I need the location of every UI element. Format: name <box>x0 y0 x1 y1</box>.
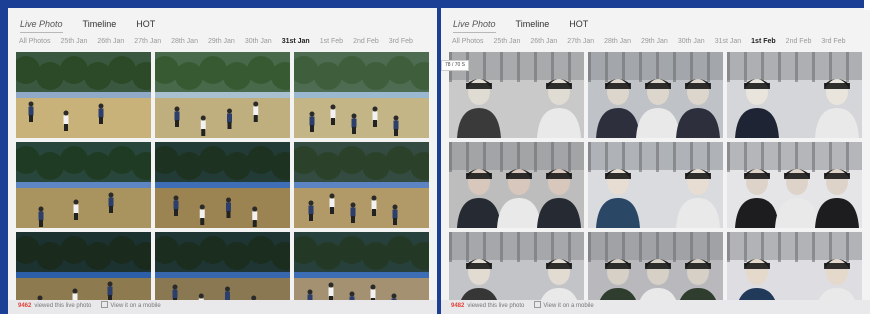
date-filter-30jan[interactable]: 30th Jan <box>245 37 272 49</box>
date-filter-31jan[interactable]: 31st Jan <box>715 37 741 49</box>
photo-grid <box>449 52 862 314</box>
photo-thumbnail[interactable] <box>588 142 723 228</box>
photo-image <box>155 142 290 228</box>
photo-thumbnail[interactable] <box>155 142 290 228</box>
date-filter-1feb[interactable]: 1st Feb <box>320 37 343 49</box>
date-filter-26jan[interactable]: 26th Jan <box>530 37 557 49</box>
gallery-tabs: Live Photo Timeline HOT <box>453 17 608 33</box>
photo-tooltip: 78 / 70 S <box>441 60 470 71</box>
photo-image <box>588 52 723 138</box>
date-filter-28jan[interactable]: 28th Jan <box>604 37 631 49</box>
right-gallery-panel: Live Photo Timeline HOT All Photos 25th … <box>441 8 870 314</box>
footer-bar: 9482 viewed this live photo View it on a m… <box>441 300 870 314</box>
date-filter-27jan[interactable]: 27th Jan <box>134 37 161 49</box>
photo-image <box>155 52 290 138</box>
photo-thumbnail[interactable] <box>449 52 584 138</box>
date-filter-31jan[interactable]: 31st Jan <box>282 37 310 49</box>
photo-thumbnail[interactable] <box>727 142 862 228</box>
photo-image <box>294 142 429 228</box>
date-filter-all[interactable]: All Photos <box>452 37 484 49</box>
date-filter-27jan[interactable]: 27th Jan <box>567 37 594 49</box>
date-filter-25jan[interactable]: 25th Jan <box>61 37 88 49</box>
photo-image <box>294 52 429 138</box>
date-filter-bar: All Photos 25th Jan 26th Jan 27th Jan 28… <box>19 37 433 49</box>
date-filter-2feb[interactable]: 2nd Feb <box>353 37 379 49</box>
view-count: 9462 <box>18 303 32 309</box>
photo-image <box>16 142 151 228</box>
view-on-mobile-link[interactable]: View it on a mobile <box>101 303 160 309</box>
date-filter-3feb[interactable]: 3rd Feb <box>389 37 413 49</box>
date-filter-2feb[interactable]: 2nd Feb <box>786 37 812 49</box>
date-filter-3feb[interactable]: 3rd Feb <box>821 37 845 49</box>
photo-image <box>588 142 723 228</box>
photo-thumbnail[interactable] <box>449 142 584 228</box>
view-count: 9482 <box>451 303 465 309</box>
tab-hot[interactable]: HOT <box>569 17 588 33</box>
gallery-tabs: Live Photo Timeline HOT <box>20 17 175 33</box>
photo-image <box>16 52 151 138</box>
photo-thumbnail[interactable] <box>294 52 429 138</box>
tab-hot[interactable]: HOT <box>136 17 155 33</box>
photo-image <box>449 142 584 228</box>
footer-bar: 9462 viewed this live photo View it on a m… <box>8 300 437 314</box>
tab-live-photo[interactable]: Live Photo <box>453 17 496 33</box>
tab-timeline[interactable]: Timeline <box>516 17 550 33</box>
photo-image <box>449 52 584 138</box>
date-filter-25jan[interactable]: 25th Jan <box>494 37 521 49</box>
photo-thumbnail[interactable] <box>16 52 151 138</box>
view-on-mobile-link[interactable]: View it on a mobile <box>534 303 593 309</box>
photo-image <box>727 52 862 138</box>
photo-thumbnail[interactable] <box>727 52 862 138</box>
date-filter-28jan[interactable]: 28th Jan <box>171 37 198 49</box>
date-filter-26jan[interactable]: 26th Jan <box>97 37 124 49</box>
date-filter-bar: All Photos 25th Jan 26th Jan 27th Jan 28… <box>452 37 866 49</box>
date-filter-30jan[interactable]: 30th Jan <box>678 37 705 49</box>
date-filter-1feb[interactable]: 1st Feb <box>751 37 776 49</box>
photo-thumbnail[interactable] <box>16 142 151 228</box>
photo-image <box>727 142 862 228</box>
photo-grid <box>16 52 429 314</box>
left-gallery-panel: Live Photo Timeline HOT All Photos 25th … <box>8 8 437 314</box>
date-filter-all[interactable]: All Photos <box>19 37 51 49</box>
view-count-label: viewed this live photo <box>34 303 92 309</box>
photo-thumbnail[interactable] <box>588 52 723 138</box>
date-filter-29jan[interactable]: 29th Jan <box>641 37 668 49</box>
tab-timeline[interactable]: Timeline <box>83 17 117 33</box>
tab-live-photo[interactable]: Live Photo <box>20 17 63 33</box>
scroll-indicator <box>864 0 870 10</box>
photo-thumbnail[interactable] <box>155 52 290 138</box>
view-count-label: viewed this live photo <box>467 303 525 309</box>
date-filter-29jan[interactable]: 29th Jan <box>208 37 235 49</box>
photo-thumbnail[interactable] <box>294 142 429 228</box>
